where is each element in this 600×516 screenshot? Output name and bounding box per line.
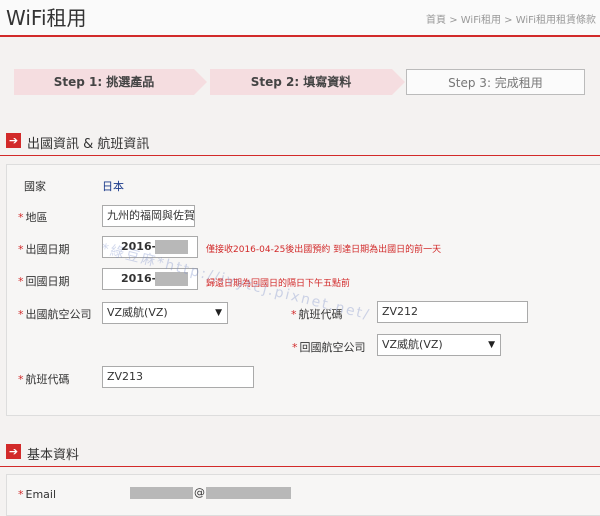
return-flight-label: * 航班代碼 bbox=[18, 373, 70, 386]
country-value: 日本 bbox=[102, 180, 124, 193]
step-1-arrow bbox=[194, 69, 207, 95]
travel-section-title: 出國資訊 & 航班資訊 bbox=[27, 137, 150, 152]
redacted-email-user bbox=[130, 487, 193, 499]
step-1-label: Step 1: 挑選產品 bbox=[53, 75, 155, 89]
step-2-arrow bbox=[392, 69, 405, 95]
redacted-email-domain bbox=[206, 487, 291, 499]
depart-date-note: 僅接收2016-04-25後出國預約 到達日期為出國日的前一天 bbox=[206, 245, 442, 255]
depart-airline-label: * 出國航空公司 bbox=[18, 308, 92, 321]
country-label: 國家 bbox=[24, 180, 46, 193]
step-3: Step 3: 完成租用 bbox=[406, 69, 585, 95]
dropdown-caret-icon: ▼ bbox=[488, 340, 495, 350]
basic-section-title: 基本資料 bbox=[27, 448, 80, 463]
section-divider bbox=[0, 155, 600, 156]
return-date-label: * 回國日期 bbox=[18, 275, 70, 288]
step-2: Step 2: 填寫資料 bbox=[210, 69, 405, 95]
return-airline-label: * 回國航空公司 bbox=[292, 341, 366, 354]
depart-date-label: * 出國日期 bbox=[18, 243, 70, 256]
region-input[interactable]: 九州的福岡與佐賀 bbox=[102, 205, 195, 227]
breadcrumb[interactable]: 首頁 > WiFi租用 > WiFi租用租賃條款 bbox=[426, 11, 596, 26]
region-label: * 地區 bbox=[18, 211, 48, 224]
email-at-sign: @ bbox=[194, 486, 205, 499]
arrow-right-icon: ➔ bbox=[6, 133, 21, 148]
basic-panel bbox=[6, 474, 600, 516]
step-2-label: Step 2: 填寫資料 bbox=[250, 75, 352, 89]
arrow-right-icon: ➔ bbox=[6, 444, 21, 459]
page-title: WiFi租用 bbox=[6, 6, 87, 30]
email-label: * Email bbox=[18, 488, 57, 501]
return-airline-select[interactable]: VZ威航(VZ) ▼ bbox=[377, 334, 501, 356]
step-1: Step 1: 挑選產品 bbox=[14, 69, 207, 95]
title-divider bbox=[0, 35, 600, 37]
dropdown-caret-icon: ▼ bbox=[215, 308, 222, 318]
return-flight-input[interactable]: ZV213 bbox=[102, 366, 254, 388]
depart-flight-input[interactable]: ZV212 bbox=[377, 301, 528, 323]
step-3-label: Step 3: 完成租用 bbox=[448, 76, 543, 90]
depart-airline-select[interactable]: VZ威航(VZ) ▼ bbox=[102, 302, 228, 324]
section-divider bbox=[0, 466, 600, 467]
